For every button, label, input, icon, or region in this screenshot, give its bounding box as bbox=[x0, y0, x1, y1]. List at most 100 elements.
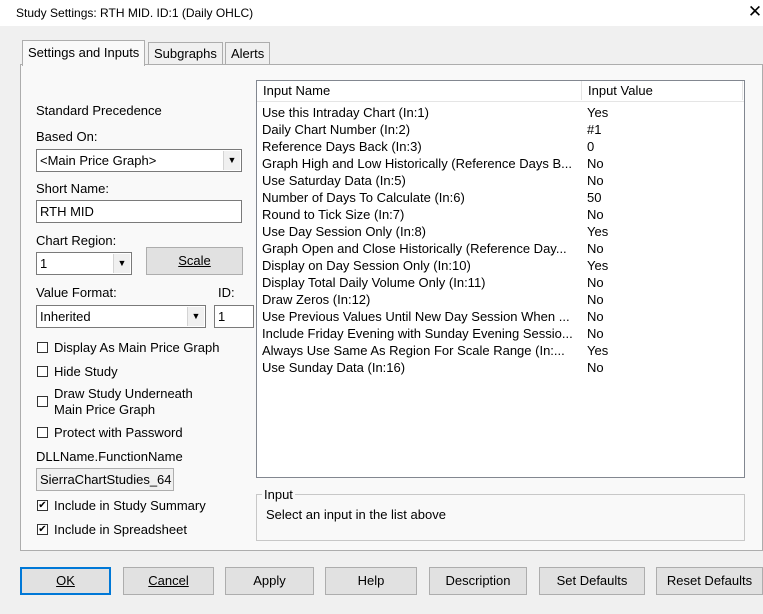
table-row[interactable]: Use Sunday Data (In:16) No bbox=[257, 359, 744, 376]
input-value-cell: Yes bbox=[587, 258, 609, 273]
cancel-button[interactable]: Cancel bbox=[123, 567, 214, 595]
table-row[interactable]: Round to Tick Size (In:7) No bbox=[257, 206, 744, 223]
input-value-cell: #1 bbox=[587, 122, 602, 137]
table-row[interactable]: Draw Zeros (In:12) No bbox=[257, 291, 744, 308]
input-name-cell: Reference Days Back (In:3) bbox=[262, 139, 422, 154]
based-on-value: <Main Price Graph> bbox=[40, 153, 157, 168]
input-name-cell: Graph High and Low Historically (Referen… bbox=[262, 156, 572, 171]
input-name-cell: Display on Day Session Only (In:10) bbox=[262, 258, 471, 273]
tab-subgraphs[interactable]: Subgraphs bbox=[148, 42, 223, 64]
chevron-down-icon[interactable]: ▼ bbox=[223, 151, 240, 170]
description-button[interactable]: Description bbox=[429, 567, 527, 595]
table-row[interactable]: Use this Intraday Chart (In:1) Yes bbox=[257, 104, 744, 121]
input-value-cell: No bbox=[587, 292, 604, 307]
id-label: ID: bbox=[218, 285, 235, 300]
window-title: Study Settings: RTH MID. ID:1 (Daily OHL… bbox=[16, 6, 254, 20]
input-value-cell: No bbox=[587, 309, 604, 324]
table-row[interactable]: Graph Open and Close Historically (Refer… bbox=[257, 240, 744, 257]
id-input[interactable]: 1 bbox=[214, 305, 254, 328]
inputs-list[interactable]: Input Name Input Value Use this Intraday… bbox=[256, 80, 745, 478]
table-row[interactable]: Display on Day Session Only (In:10) Yes bbox=[257, 257, 744, 274]
ok-button-label: OK bbox=[56, 573, 75, 588]
chevron-down-icon[interactable]: ▼ bbox=[113, 254, 130, 273]
short-name-label: Short Name: bbox=[36, 181, 109, 196]
table-row[interactable]: Number of Days To Calculate (In:6) 50 bbox=[257, 189, 744, 206]
input-name-cell: Use Day Session Only (In:8) bbox=[262, 224, 427, 239]
check-icon: ✔ bbox=[38, 524, 47, 535]
value-format-label: Value Format: bbox=[36, 285, 117, 300]
chart-region-value: 1 bbox=[40, 256, 48, 271]
input-name-cell: Draw Zeros (In:12) bbox=[262, 292, 371, 307]
dll-name-field: SierraChartStudies_64 bbox=[36, 468, 174, 491]
reset-defaults-button[interactable]: Reset Defaults bbox=[656, 567, 763, 595]
standard-precedence-label: Standard Precedence bbox=[36, 103, 162, 118]
table-row[interactable]: Graph High and Low Historically (Referen… bbox=[257, 155, 744, 172]
short-name-input[interactable]: RTH MID bbox=[36, 200, 242, 223]
include-in-study-summary-checkbox[interactable]: ✔ bbox=[37, 500, 48, 511]
check-icon: ✔ bbox=[38, 500, 47, 511]
table-row[interactable]: Daily Chart Number (In:2) #1 bbox=[257, 121, 744, 138]
input-value-cell: No bbox=[587, 241, 604, 256]
input-name-cell: Always Use Same As Region For Scale Rang… bbox=[262, 343, 565, 358]
include-in-study-summary-label[interactable]: Include in Study Summary bbox=[54, 498, 206, 513]
draw-study-underneath-label[interactable]: Draw Study Underneath bbox=[54, 386, 193, 401]
based-on-label: Based On: bbox=[36, 129, 98, 144]
input-name-cell: Number of Days To Calculate (In:6) bbox=[262, 190, 465, 205]
input-value-cell: Yes bbox=[587, 105, 609, 120]
input-description-text: Select an input in the list above bbox=[266, 507, 446, 522]
protect-with-password-label[interactable]: Protect with Password bbox=[54, 425, 183, 440]
input-value-cell: 0 bbox=[587, 139, 595, 154]
input-name-cell: Daily Chart Number (In:2) bbox=[262, 122, 411, 137]
inputs-list-header: Input Name Input Value bbox=[257, 81, 744, 102]
input-value-cell: No bbox=[587, 207, 604, 222]
include-in-spreadsheet-label[interactable]: Include in Spreadsheet bbox=[54, 522, 187, 537]
input-value-cell: No bbox=[587, 326, 604, 341]
input-group-title: Input bbox=[262, 487, 295, 502]
chevron-down-icon[interactable]: ▼ bbox=[187, 307, 204, 326]
table-row[interactable]: Use Previous Values Until New Day Sessio… bbox=[257, 308, 744, 325]
tab-alerts[interactable]: Alerts bbox=[225, 42, 271, 64]
column-input-name[interactable]: Input Name bbox=[257, 81, 582, 100]
input-value-cell: No bbox=[587, 275, 604, 290]
tab-settings-and-inputs[interactable]: Settings and Inputs bbox=[22, 40, 146, 66]
close-icon[interactable]: ✕ bbox=[744, 2, 763, 24]
chart-region-select[interactable]: 1 ▼ bbox=[36, 252, 132, 275]
help-button[interactable]: Help bbox=[325, 567, 417, 595]
based-on-select[interactable]: <Main Price Graph> ▼ bbox=[36, 149, 242, 172]
apply-button[interactable]: Apply bbox=[225, 567, 314, 595]
input-name-cell: Use Previous Values Until New Day Sessio… bbox=[262, 309, 570, 324]
cancel-button-label: Cancel bbox=[148, 573, 189, 588]
input-value-cell: 50 bbox=[587, 190, 602, 205]
draw-study-underneath-checkbox[interactable] bbox=[37, 396, 48, 407]
include-in-spreadsheet-checkbox[interactable]: ✔ bbox=[37, 524, 48, 535]
hide-study-label[interactable]: Hide Study bbox=[54, 364, 118, 379]
table-row[interactable]: Always Use Same As Region For Scale Rang… bbox=[257, 342, 744, 359]
input-name-cell: Round to Tick Size (In:7) bbox=[262, 207, 405, 222]
dll-name-label: DLLName.FunctionName bbox=[36, 449, 183, 464]
input-value-cell: No bbox=[587, 156, 604, 171]
draw-study-underneath-label-line2[interactable]: Main Price Graph bbox=[54, 402, 155, 417]
hide-study-checkbox[interactable] bbox=[37, 366, 48, 377]
input-name-cell: Graph Open and Close Historically (Refer… bbox=[262, 241, 567, 256]
input-name-cell: Use Sunday Data (In:16) bbox=[262, 360, 406, 375]
input-name-cell: Use this Intraday Chart (In:1) bbox=[262, 105, 429, 120]
table-row[interactable]: Display Total Daily Volume Only (In:11) N… bbox=[257, 274, 744, 291]
input-name-cell: Display Total Daily Volume Only (In:11) bbox=[262, 275, 486, 290]
input-value-cell: Yes bbox=[587, 224, 609, 239]
scale-button[interactable]: Scale bbox=[146, 247, 243, 275]
table-row[interactable]: Use Saturday Data (In:5) No bbox=[257, 172, 744, 189]
table-row[interactable]: Reference Days Back (In:3) 0 bbox=[257, 138, 744, 155]
table-row[interactable]: Use Day Session Only (In:8) Yes bbox=[257, 223, 744, 240]
ok-button[interactable]: OK bbox=[20, 567, 111, 595]
chart-region-label: Chart Region: bbox=[36, 233, 117, 248]
input-value-cell: Yes bbox=[587, 343, 609, 358]
table-row[interactable]: Include Friday Evening with Sunday Eveni… bbox=[257, 325, 744, 342]
input-value-cell: No bbox=[587, 360, 604, 375]
value-format-select[interactable]: Inherited ▼ bbox=[36, 305, 206, 328]
display-as-main-price-graph-label[interactable]: Display As Main Price Graph bbox=[54, 340, 219, 355]
column-input-value[interactable]: Input Value bbox=[582, 81, 743, 100]
input-name-cell: Use Saturday Data (In:5) bbox=[262, 173, 406, 188]
protect-with-password-checkbox[interactable] bbox=[37, 427, 48, 438]
display-as-main-price-graph-checkbox[interactable] bbox=[37, 342, 48, 353]
set-defaults-button[interactable]: Set Defaults bbox=[539, 567, 645, 595]
